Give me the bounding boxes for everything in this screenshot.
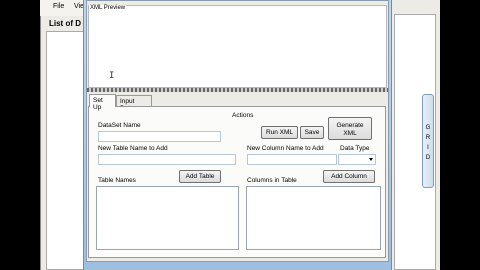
dataset-name-field[interactable] [98, 131, 221, 142]
add-table-button[interactable]: Add Table [179, 170, 221, 183]
menu-file[interactable]: File [53, 3, 64, 10]
table-names-label: Table Names [98, 177, 136, 184]
data-type-label: Data Type [340, 145, 370, 152]
add-column-button[interactable]: Add Column [323, 170, 375, 183]
generate-xml-line1: Generate [336, 122, 364, 129]
grid-letter: G [425, 125, 431, 131]
page-title: List of D [49, 19, 81, 28]
grid-button[interactable]: G R I D [422, 94, 434, 188]
text-cursor-icon: I [109, 71, 115, 81]
grid-letter: I [427, 145, 429, 151]
generate-xml-line2: XML [343, 130, 357, 137]
main-list-panel[interactable] [46, 31, 84, 270]
xml-preview-label: XML Preview [89, 5, 127, 11]
save-button[interactable]: Save [300, 126, 324, 139]
generate-xml-button[interactable]: Generate XML [328, 117, 372, 140]
menu-bar: File Vie [40, 0, 84, 16]
new-table-name-label: New Table Name to Add [98, 145, 168, 152]
chevron-down-icon [369, 158, 373, 161]
new-column-name-label: New Column Name to Add [247, 145, 324, 152]
new-table-name-field[interactable] [98, 154, 236, 165]
grid-letter: D [425, 155, 431, 161]
columns-in-table-label: Columns in Table [247, 177, 297, 184]
actions-label: Actions [232, 112, 254, 119]
table-names-list[interactable] [96, 186, 239, 250]
dataset-name-label: DataSet Name [98, 122, 141, 129]
xml-preview-textarea[interactable] [88, 5, 387, 88]
new-column-name-field[interactable] [247, 154, 337, 165]
tab-set-up[interactable]: Set Up [89, 94, 116, 111]
columns-in-table-list[interactable] [246, 186, 381, 250]
run-xml-button[interactable]: Run XML [261, 126, 298, 139]
splitter-handle[interactable] [87, 88, 388, 92]
grid-letter: R [425, 135, 431, 141]
data-type-select[interactable] [338, 154, 376, 165]
